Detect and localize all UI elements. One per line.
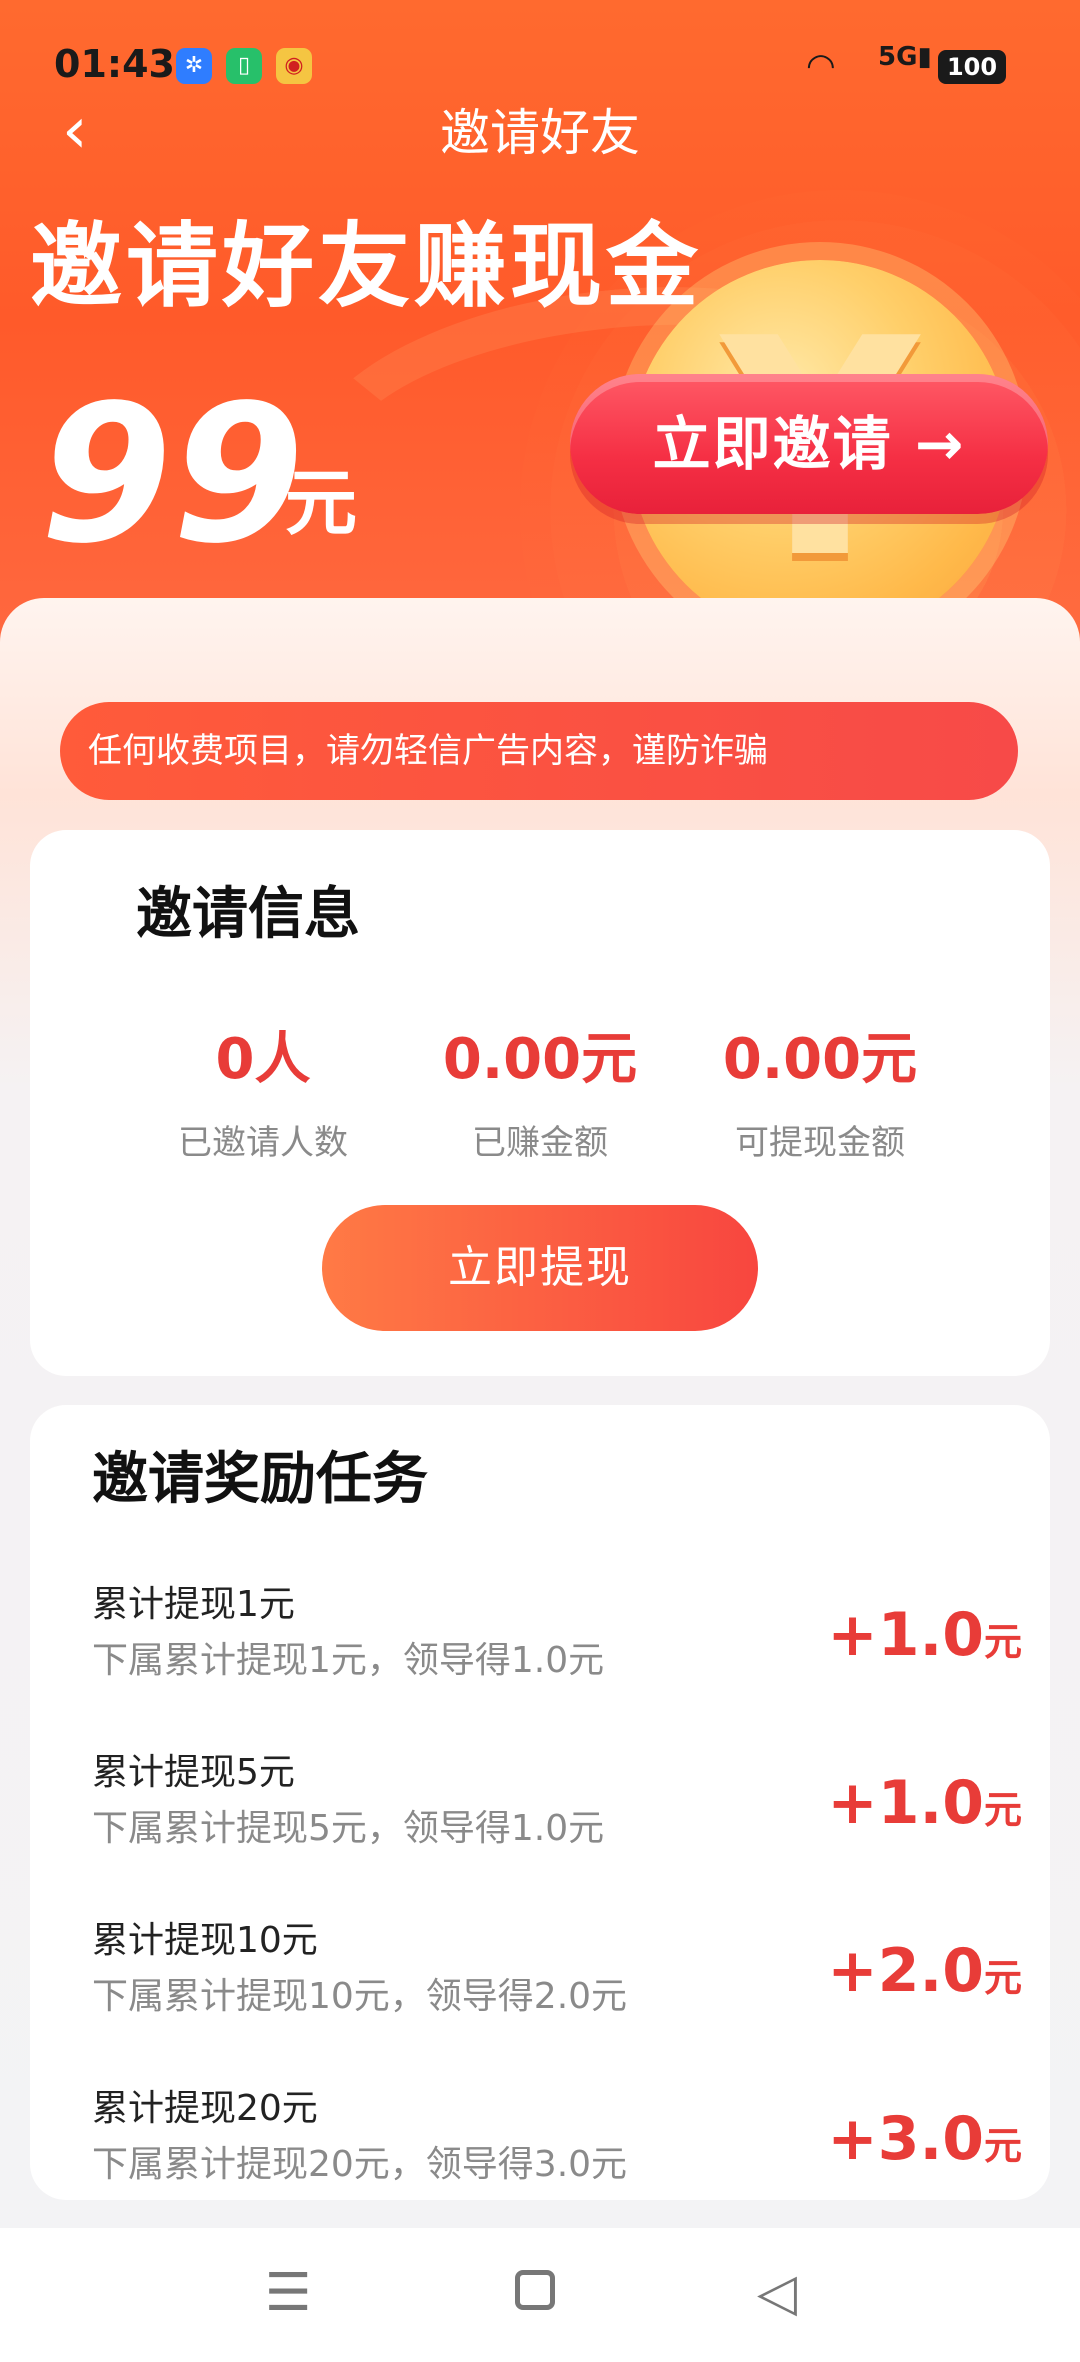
invite-now-button[interactable]: 立即邀请 → [570,374,1048,514]
stat-label: 可提现金额 [735,1123,905,1163]
task-item: 累计提现1元 下属累计提现1元，领导得1.0元 +1.0元 [92,1580,1022,1730]
task-item: 累计提现20元 下属累计提现20元，领导得3.0元 +3.0元 [92,2084,1022,2234]
reward-unit: 元 [983,1956,1022,2000]
task-item: 累计提现10元 下属累计提现10元，领导得2.0元 +2.0元 [92,1916,1022,2066]
hero-title: 邀请好友赚现金 [30,213,703,320]
task-item: 累计提现5元 下属累计提现5元，领导得1.0元 +1.0元 [92,1748,1022,1898]
reward-value: +1.0 [827,1768,984,1838]
task-reward: +1.0元 [827,1768,1022,1845]
task-title: 累计提现20元 [92,2088,318,2129]
stat-withdrawable-amount: 0.00元 可提现金额 [655,1025,985,1167]
anti-fraud-notice-marquee: 任何收费项目，请勿轻信广告内容，谨防诈骗 [60,702,1018,800]
battery-icon: 100 [938,50,1006,84]
page-title: 邀请好友 [440,104,640,162]
status-time: 01:43 [54,42,175,86]
hero-reward-unit: 元 [285,461,358,545]
reward-value: +3.0 [827,2104,984,2174]
task-desc: 下属累计提现20元，领导得3.0元 [92,2144,628,2185]
invite-info-title: 邀请信息 [136,882,360,947]
reward-value: +2.0 [827,1936,984,2006]
menu-icon[interactable]: ☰ [243,2258,333,2328]
reward-unit: 元 [983,1788,1022,1832]
task-title: 累计提现5元 [92,1752,295,1793]
reward-unit: 元 [983,2124,1022,2168]
hero-reward-amount: 99 [40,364,305,585]
reward-unit: 元 [983,1620,1022,1664]
invite-friends-page: ¥ 01:43 ✲ ▯ ◉ ◠ 5G▮ 100 ‹ 邀请好友 邀请好友赚现金 9… [0,0,1080,2362]
pinwheel-app-icon: ✲ [176,48,212,84]
signal-icon: 5G▮ [878,42,932,72]
task-desc: 下属累计提现10元，领导得2.0元 [92,1976,628,2017]
task-title: 累计提现1元 [92,1584,295,1625]
task-desc: 下属累计提现5元，领导得1.0元 [92,1808,605,1849]
home-icon[interactable] [515,2270,555,2310]
stat-value: 0.00元 [722,1027,918,1092]
task-title: 累计提现10元 [92,1920,318,1961]
task-reward: +1.0元 [827,1600,1022,1677]
wifi-icon: ◠ [806,46,836,86]
back-triangle-icon[interactable]: ◁ [732,2258,822,2328]
system-navigation-bar: ☰ ◁ [0,2228,1080,2362]
withdraw-now-button[interactable]: 立即提现 [322,1205,758,1331]
task-desc: 下属累计提现1元，领导得1.0元 [92,1640,605,1681]
task-reward: +2.0元 [827,1936,1022,2013]
battery-saver-app-icon: ▯ [226,48,262,84]
network-type: 5G [878,42,918,72]
task-reward: +3.0元 [827,2104,1022,2181]
reward-tasks-title: 邀请奖励任务 [92,1447,428,1512]
reward-value: +1.0 [827,1600,984,1670]
weibo-app-icon: ◉ [276,48,312,84]
